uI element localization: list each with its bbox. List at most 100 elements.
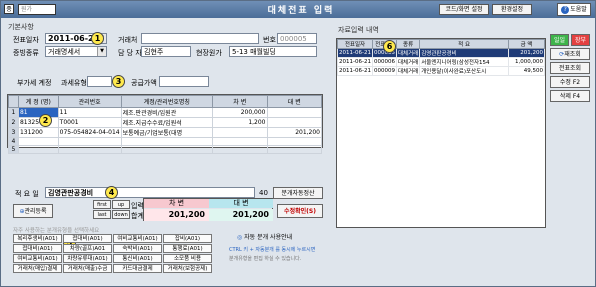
quick-button-fuel[interactable]: 차량유류대(A01) <box>63 254 112 263</box>
history-list[interactable]: 전표일자 전표NO 종류 적 요 금 액 2011-06-21 000005 대… <box>336 38 546 228</box>
edit-confirm-button[interactable]: 수정확인(S) <box>277 204 323 218</box>
marker-6: 6 <box>383 40 396 53</box>
quick-button-lodging[interactable]: 숙박비(A01) <box>113 244 162 253</box>
supply-amount-field[interactable] <box>159 76 209 87</box>
daily-button[interactable]: 일일 <box>550 34 569 46</box>
credit-cell[interactable]: 201,200 <box>266 127 322 138</box>
quick-button-travel[interactable]: 여비교통비(A01) <box>113 234 162 243</box>
quick-button-supplies[interactable]: 소모품 비용 <box>163 254 212 263</box>
manager-field[interactable]: 김현주 <box>141 46 191 57</box>
table-row[interactable]: 4 <box>8 137 322 146</box>
table-row[interactable]: 3 131200 075-054824-04-014 보통예금/기업보통(대명 … <box>8 127 322 138</box>
auto-journal-button[interactable]: 분개자동정산 <box>273 187 323 199</box>
history-header-amount: 금 액 <box>508 39 545 49</box>
history-header-memo: 적 요 <box>419 39 509 49</box>
account-cell[interactable]: 131200 <box>17 127 59 138</box>
number-field: 000005 <box>277 33 317 44</box>
memo-field[interactable]: 김영관판공경비 <box>45 187 255 198</box>
quick-button-purchase-pay[interactable]: 거래처(매입)결제 <box>13 264 62 273</box>
environment-setting-button[interactable]: 환경설정 <box>492 4 532 15</box>
list-item[interactable]: 2011-06-21 000009 대체거래 개인용달(이사완료)포산도시 49… <box>337 66 545 76</box>
delete-button[interactable]: 삭제 F4 <box>550 90 590 102</box>
mgmt-cell[interactable]: 11 <box>57 107 122 118</box>
mgmt-cell[interactable]: T0001 <box>57 117 122 128</box>
table-row[interactable]: 2 81325 T0001 제조.지급수수료/임원석 1,200 <box>8 117 322 128</box>
help-button[interactable]: ? 도움말 <box>557 3 591 16</box>
system-menu-icon[interactable]: 중 <box>4 4 14 14</box>
account-cell[interactable] <box>17 137 59 146</box>
mgmt-register-label: 관리등록 <box>24 208 47 215</box>
total-summary: 차 변 대 변 201,200 201,200 <box>143 198 273 221</box>
name-cell: 보통예금/기업보통(대명 <box>120 127 214 138</box>
grid-header-account: 계 정 (명) <box>17 95 59 108</box>
number-label: 번호 <box>263 36 276 44</box>
marker-1: 1 <box>91 32 104 45</box>
credit-cell[interactable] <box>266 107 322 118</box>
mgmt-register-button[interactable]: ⊕관리등록 <box>13 204 53 218</box>
quick-button-card-pay[interactable]: 카드대금결제 <box>113 264 162 273</box>
history-no: 000006 <box>371 57 397 67</box>
history-memo: 서울엔지니어링(삼성전자154 <box>419 57 509 67</box>
quick-button-toll[interactable]: 통행료(A01) <box>163 244 212 253</box>
requery-button[interactable]: ⟳재조회 <box>550 48 590 60</box>
tax-type-field[interactable] <box>87 76 112 87</box>
ledger-button[interactable]: 장부 <box>571 34 590 46</box>
grid-header-mgmt: 관리번호 <box>57 95 122 108</box>
quick-button-insurance[interactable]: 거래처(보험공제) <box>163 264 212 273</box>
mgmt-cell[interactable] <box>57 145 122 154</box>
quick-button-golf[interactable]: 차량(골프)A01 <box>63 244 112 253</box>
nav-down-button[interactable]: down <box>112 210 130 219</box>
nav-last-button[interactable]: last <box>93 210 111 219</box>
debit-cell[interactable]: 1,200 <box>212 117 268 128</box>
quick-button-telecom[interactable]: 통신비(A01) <box>113 254 162 263</box>
quick-button-sales-collect[interactable]: 거래처(매출)수금 <box>63 264 112 273</box>
debit-cell[interactable] <box>212 127 268 138</box>
mgmt-cell[interactable] <box>57 137 122 146</box>
type-field[interactable]: 거래명세서 ▼ <box>45 46 107 57</box>
requery-label: 재조회 <box>564 51 581 58</box>
quick-button-entertain-2[interactable]: 접대비(A01) <box>13 244 62 253</box>
company-selector[interactable]: 원가 <box>18 4 56 15</box>
quick-button-welfare[interactable]: 복리후생비(A01) <box>13 234 62 243</box>
debit-total-value: 201,200 <box>144 209 209 221</box>
credit-cell[interactable] <box>266 137 322 146</box>
debit-cell[interactable] <box>212 137 268 146</box>
debit-cell[interactable]: 200,000 <box>212 107 268 118</box>
account-cell[interactable] <box>17 145 59 154</box>
nav-first-button[interactable]: first <box>93 200 111 209</box>
history-amount: 201,200 <box>508 48 545 58</box>
list-item[interactable]: 2011-06-21 000006 대체거래 서울엔지니어링(삼성전자154 1… <box>337 57 545 67</box>
vendor-field[interactable] <box>141 33 259 44</box>
site-label: 현장원가 <box>196 49 222 57</box>
modify-button[interactable]: 수정 F2 <box>550 76 590 88</box>
nav-up-button[interactable]: up <box>112 200 130 209</box>
grid-header-rownum <box>8 95 19 108</box>
table-row[interactable]: 1 81 11 제조.판관경비/임원관 200,000 <box>8 107 322 118</box>
debit-cell[interactable] <box>212 145 268 154</box>
site-field[interactable]: 5-13 매월빌딩 <box>229 46 317 57</box>
history-amount: 1,000,000 <box>508 57 545 67</box>
credit-cell[interactable] <box>266 117 322 128</box>
account-cell[interactable]: 81 <box>17 107 59 118</box>
history-title: 자료입력 내역 <box>338 26 379 34</box>
grid-header-credit: 대 변 <box>266 95 322 108</box>
journal-grid[interactable]: 계 정 (명) 관리번호 계정/관리번호명칭 차 변 대 변 1 81 11 제… <box>7 94 323 154</box>
history-header-kind: 종류 <box>395 39 421 49</box>
table-row[interactable]: 5 <box>8 145 322 154</box>
code-screen-setting-button[interactable]: 코드/화면 설정 <box>439 4 489 15</box>
credit-cell[interactable] <box>266 145 322 154</box>
quick-button-entertain[interactable]: 접대비(A01) <box>63 234 112 243</box>
list-item[interactable]: 2011-06-21 000005 대체거래 김영관판공경비 201,200 <box>337 48 545 58</box>
sum-label-input: 입력 <box>131 202 144 210</box>
history-kind: 대체거래 <box>395 48 421 58</box>
row-number: 5 <box>8 145 19 154</box>
voucher-query-button[interactable]: 전표조회 <box>550 62 590 74</box>
mgmt-cell[interactable]: 075-054824-04-014 <box>57 127 122 138</box>
chevron-down-icon[interactable]: ▼ <box>97 47 106 56</box>
quick-button-misc[interactable]: 잡비(A01) <box>163 234 212 243</box>
auto-journal-info-line1: CTRL 키 + 자동분개 를 동시에 누르시면 <box>229 247 316 253</box>
history-kind: 대체거래 <box>395 66 421 76</box>
credit-total-value: 201,200 <box>209 209 273 221</box>
history-kind: 대체거래 <box>395 57 421 67</box>
quick-button-travel-2[interactable]: 여비교통비(A01) <box>13 254 62 263</box>
